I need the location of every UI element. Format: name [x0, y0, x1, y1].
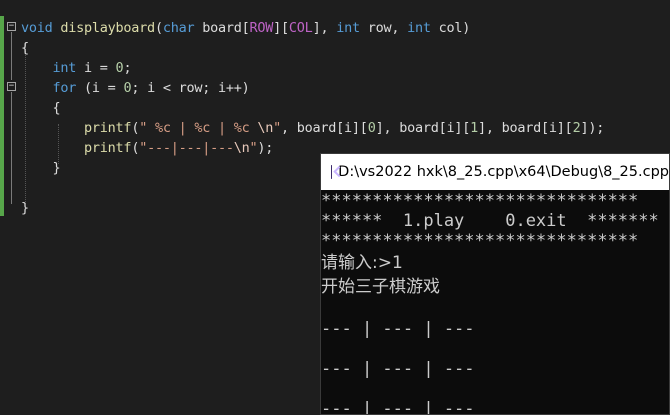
code-token: \n — [257, 120, 274, 136]
code-token: COL — [288, 20, 313, 36]
code-token: ); — [257, 140, 274, 156]
fold-line — [11, 32, 13, 80]
console-titlebar[interactable]: D:\vs2022 hxk\8_25.cpp\x64\Debug\8_25.cp… — [321, 154, 669, 190]
console-window[interactable]: D:\vs2022 hxk\8_25.cpp\x64\Debug\8_25.cp… — [320, 153, 670, 415]
code-token: ROW — [249, 20, 274, 36]
console-output: ******************************* ****** 1.… — [321, 191, 669, 415]
code-token: for — [52, 80, 77, 96]
code-token: \n — [233, 140, 250, 156]
console-line: ******************************* — [321, 231, 639, 251]
code-token: { — [21, 100, 61, 116]
fold-collapse-icon[interactable]: − — [7, 22, 16, 31]
code-token: ][ — [273, 20, 289, 36]
code-token: ; — [123, 60, 132, 76]
code-token: char — [162, 20, 195, 36]
code-token: { — [21, 40, 29, 56]
console-line: ******************************* — [321, 191, 639, 211]
console-line: --- | --- | --- — [321, 319, 475, 339]
code-token: ; i < row; i++) — [131, 80, 250, 96]
code-token: int — [52, 60, 77, 76]
code-token: int — [336, 20, 360, 36]
fold-line — [11, 92, 13, 204]
code-token: ( — [154, 20, 163, 36]
code-token: " %c | %c | %c — [139, 120, 258, 136]
console-title: D:\vs2022 hxk\8_25.cpp\x64\Debug\8_25.cp… — [338, 164, 669, 180]
code-token: board[ — [194, 20, 250, 36]
code-token: void — [21, 20, 53, 36]
code-token: row, — [359, 20, 408, 36]
code-token: ], board[i][ — [375, 120, 471, 136]
code-token: " — [273, 120, 282, 136]
code-token: i = — [76, 60, 116, 76]
fold-collapse-icon[interactable]: − — [7, 82, 16, 91]
code-token: printf — [84, 120, 132, 136]
code-token: ], board[i][ — [478, 120, 573, 136]
code-token: col) — [430, 20, 471, 36]
console-line: --- | --- | --- — [321, 399, 475, 415]
console-line: 开始三子棋游戏 — [321, 277, 440, 297]
code-token: ], — [312, 20, 337, 36]
code-line[interactable]: void displayboard(char board[ROW][COL], … — [21, 18, 604, 38]
code-line[interactable]: int i = 0; — [21, 58, 604, 78]
code-line[interactable]: { — [21, 38, 604, 58]
console-line: 请输入:>1 — [321, 253, 403, 273]
code-token: "---|---|--- — [139, 140, 234, 156]
code-token: int — [407, 20, 431, 36]
code-line[interactable]: for (i = 0; i < row; i++) — [21, 78, 604, 98]
code-token: 0 — [367, 120, 376, 136]
code-token: ]); — [580, 120, 605, 136]
code-line[interactable]: printf(" %c | %c | %c \n", board[i][0], … — [21, 118, 604, 138]
code-token: 1 — [470, 120, 479, 136]
console-line: ****** 1.play 0.exit ******* — [321, 211, 659, 231]
code-line[interactable]: { — [21, 98, 604, 118]
console-line: --- | --- | --- — [321, 359, 475, 379]
code-token: (i = — [76, 80, 124, 96]
code-token: } — [21, 200, 29, 216]
code-token: printf — [84, 140, 132, 156]
change-indicator-bar — [0, 16, 4, 216]
code-token: displayboard — [60, 20, 155, 36]
code-token: } — [21, 160, 61, 176]
console-app-icon — [331, 165, 333, 179]
code-token: , board[i][ — [281, 120, 368, 136]
